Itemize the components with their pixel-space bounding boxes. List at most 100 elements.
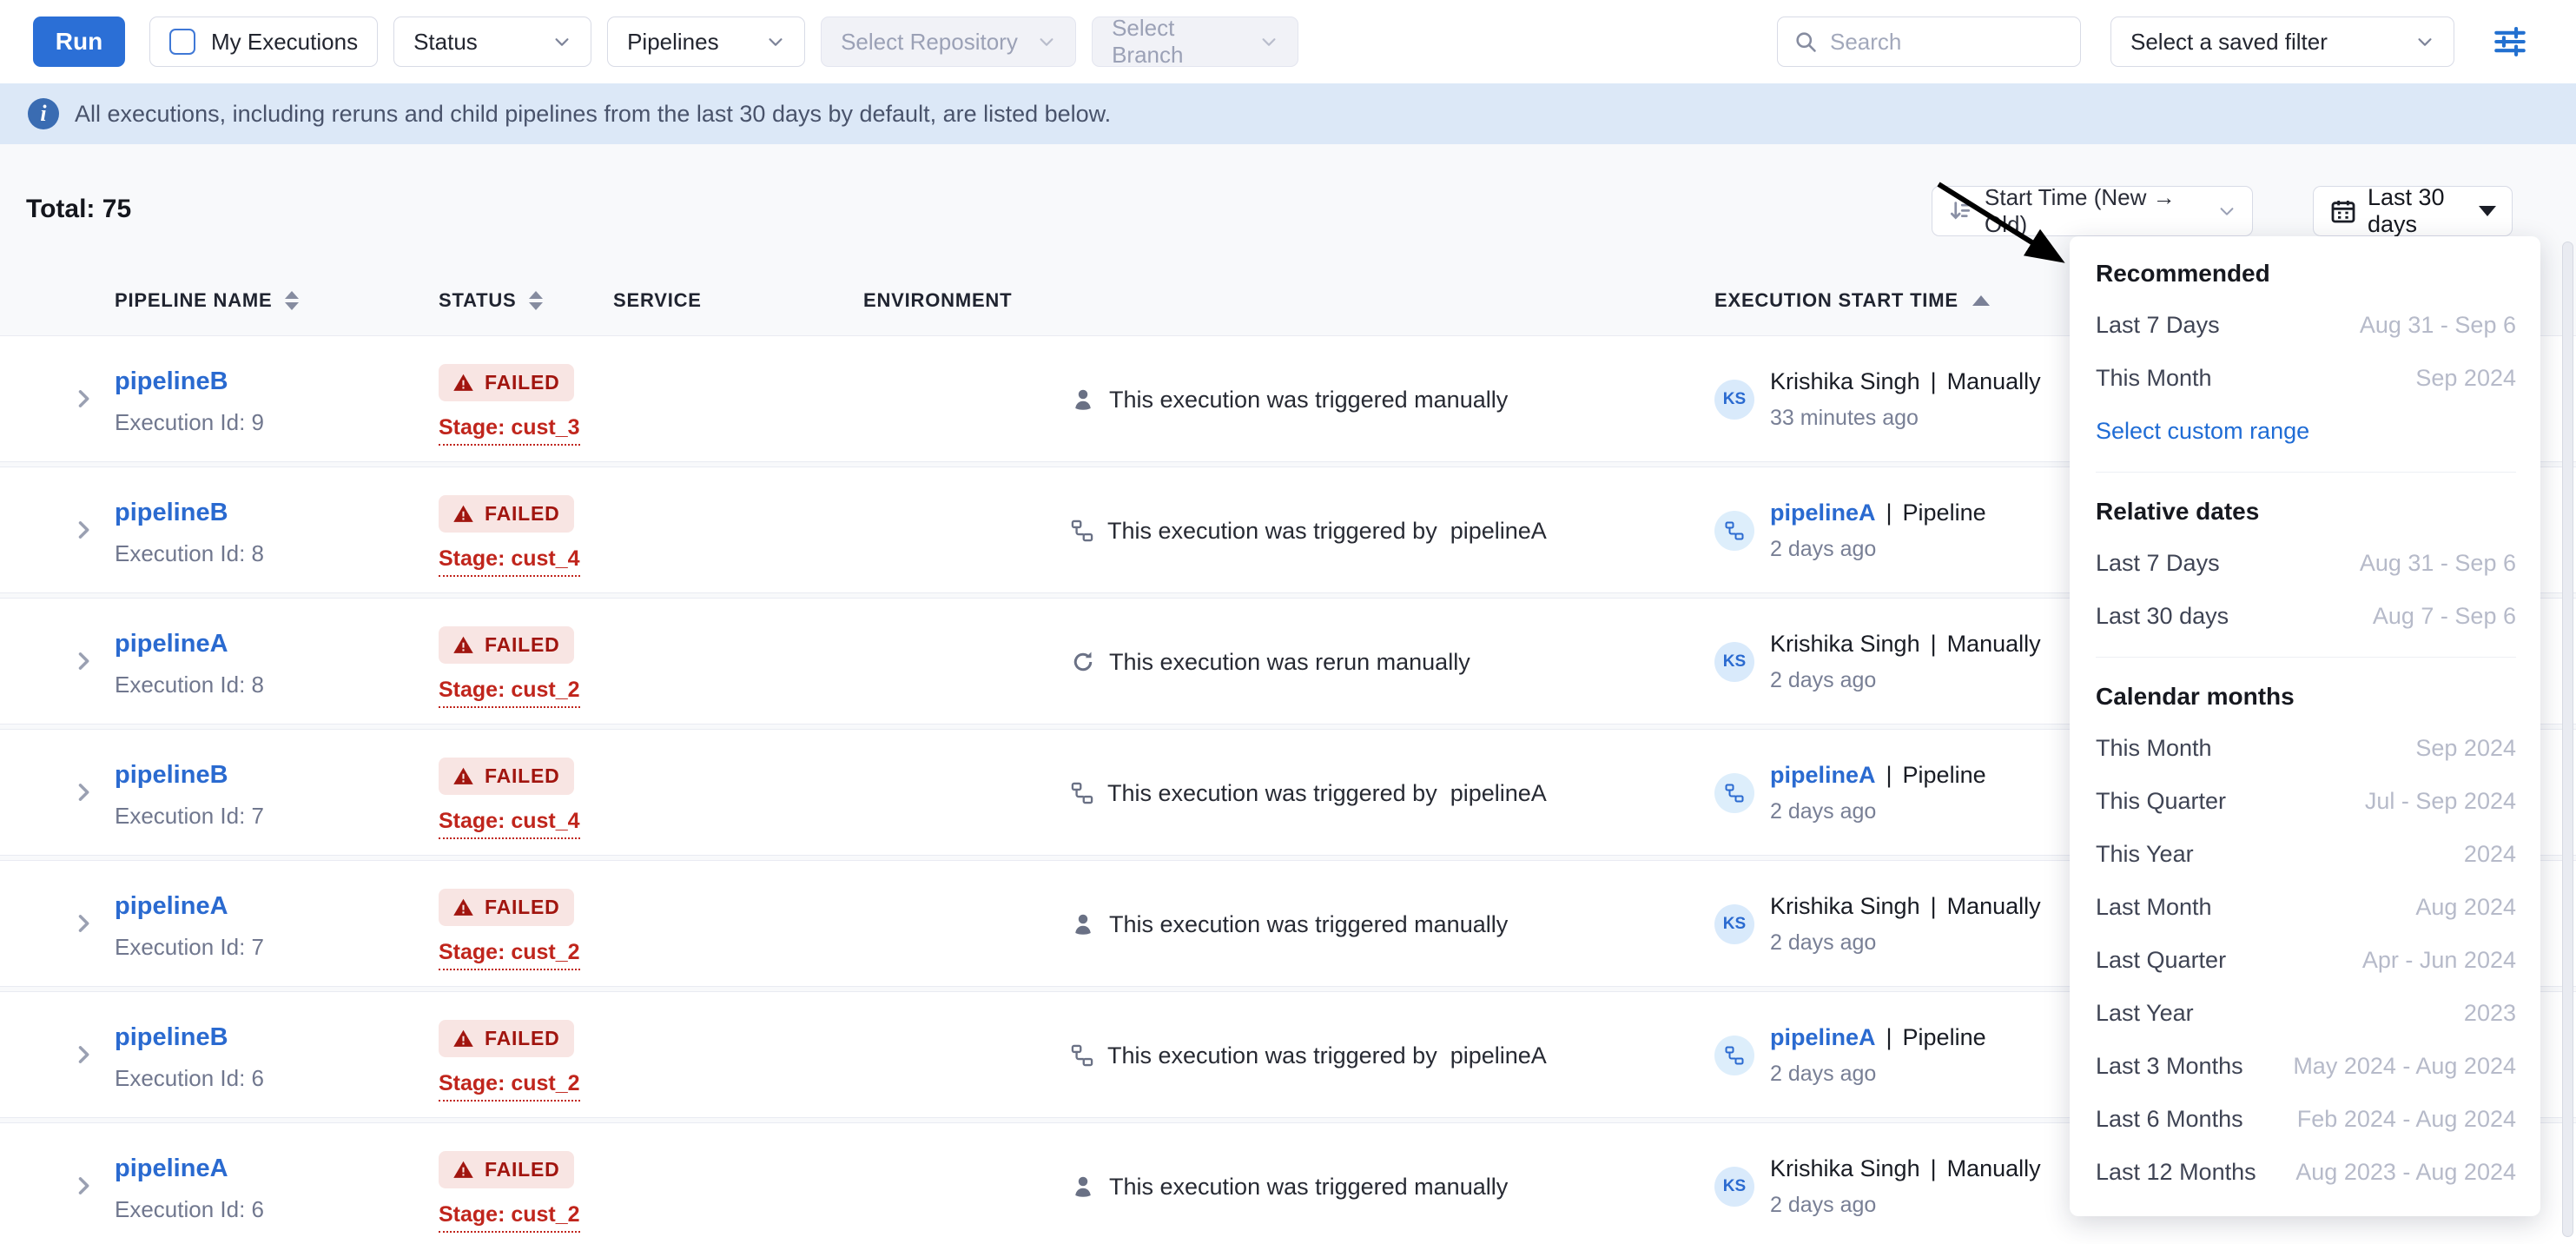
menu-item-this-month-cal[interactable]: This Month Sep 2024	[2096, 722, 2516, 775]
expand-chevron-icon[interactable]	[71, 911, 96, 936]
avatar: KS	[1714, 642, 1754, 682]
starter-name: Krishika Singh	[1770, 893, 1920, 920]
menu-item-last-year[interactable]: Last Year 2023	[2096, 987, 2516, 1040]
expand-chevron-icon[interactable]	[71, 1042, 96, 1067]
run-button[interactable]: Run	[33, 17, 125, 67]
sort-dropdown-label: Start Time (New → Old)	[1985, 184, 2203, 238]
toolbar: Run My Executions Status Pipelines Selec…	[0, 0, 2576, 83]
stage-link[interactable]: Stage: cust_2	[439, 1202, 580, 1233]
trigger-pipeline-link[interactable]: pipelineA	[1450, 780, 1547, 807]
status-badge: FAILED	[439, 364, 574, 401]
date-range-button[interactable]: Last 30 days	[2313, 186, 2513, 236]
execution-id: Execution Id: 8	[115, 540, 264, 567]
pipeline-trigger-icon	[1070, 519, 1094, 543]
start-time: 33 minutes ago	[1770, 406, 2041, 431]
menu-item-last-3-months[interactable]: Last 3 Months May 2024 - Aug 2024	[2096, 1040, 2516, 1093]
expand-chevron-icon[interactable]	[71, 387, 96, 411]
stage-link[interactable]: Stage: cust_3	[439, 415, 580, 446]
starter-pipeline-link[interactable]: pipelineA	[1770, 762, 1876, 789]
warning-triangle-icon	[452, 1159, 474, 1181]
menu-divider	[2096, 472, 2516, 473]
my-executions-checkbox[interactable]	[169, 29, 195, 55]
execution-id: Execution Id: 6	[115, 1065, 264, 1092]
trigger-text: This execution was triggered by	[1107, 518, 1437, 545]
select-branch-dropdown[interactable]: Select Branch	[1092, 17, 1298, 67]
status-badge: FAILED	[439, 1020, 574, 1057]
starter-role: Pipeline	[1903, 1024, 1986, 1051]
header-status[interactable]: STATUS	[439, 283, 543, 318]
user-icon	[1070, 1174, 1096, 1200]
pipeline-trigger-icon	[1070, 1043, 1094, 1068]
warning-triangle-icon	[452, 634, 474, 656]
menu-item-last-month[interactable]: Last Month Aug 2024	[2096, 881, 2516, 934]
header-environment: ENVIRONMENT	[863, 283, 1012, 318]
pipeline-name-link[interactable]: pipelineB	[115, 1023, 264, 1052]
select-branch-label: Select Branch	[1112, 15, 1245, 69]
warning-triangle-icon	[452, 372, 474, 394]
pipeline-name-link[interactable]: pipelineB	[115, 367, 264, 396]
header-service: SERVICE	[613, 283, 702, 318]
pipeline-name-link[interactable]: pipelineB	[115, 761, 264, 790]
header-execution-start-time[interactable]: EXECUTION START TIME	[1714, 283, 1990, 318]
pipeline-avatar-icon	[1714, 1036, 1754, 1075]
pipelines-dropdown[interactable]: Pipelines	[607, 17, 805, 67]
pipeline-name-link[interactable]: pipelineA	[115, 630, 264, 658]
trigger-pipeline-link[interactable]: pipelineA	[1450, 1042, 1547, 1069]
expand-chevron-icon[interactable]	[71, 1174, 96, 1198]
saved-filter-dropdown[interactable]: Select a saved filter	[2110, 17, 2454, 67]
filter-sliders-icon	[2491, 23, 2529, 61]
stage-link[interactable]: Stage: cust_4	[439, 546, 580, 577]
menu-item-select-custom-range[interactable]: Select custom range	[2096, 405, 2516, 458]
expand-chevron-icon[interactable]	[71, 780, 96, 804]
starter-role: Pipeline	[1903, 762, 1986, 789]
search-input[interactable]	[1830, 29, 2047, 56]
page-scrollbar[interactable]	[2562, 242, 2573, 1237]
menu-item-this-year[interactable]: This Year 2024	[2096, 828, 2516, 881]
menu-item-last-30-days[interactable]: Last 30 days Aug 7 - Sep 6	[2096, 590, 2516, 643]
warning-triangle-icon	[452, 765, 474, 787]
start-time: 2 days ago	[1770, 930, 2041, 956]
divider: |	[1886, 1024, 1892, 1051]
stage-link[interactable]: Stage: cust_2	[439, 940, 580, 970]
stage-link[interactable]: Stage: cust_2	[439, 1071, 580, 1102]
date-range-menu: Recommended Last 7 Days Aug 31 - Sep 6 T…	[2070, 236, 2540, 1216]
execution-id: Execution Id: 6	[115, 1196, 264, 1223]
start-time: 2 days ago	[1770, 1062, 1986, 1087]
filter-sliders-button[interactable]	[2489, 21, 2531, 63]
menu-item-last-7-days-relative[interactable]: Last 7 Days Aug 31 - Sep 6	[2096, 537, 2516, 590]
starter-role: Pipeline	[1903, 500, 1986, 526]
status-dropdown[interactable]: Status	[393, 17, 591, 67]
menu-item-last-7-days[interactable]: Last 7 Days Aug 31 - Sep 6	[2096, 299, 2516, 352]
menu-item-last-6-months[interactable]: Last 6 Months Feb 2024 - Aug 2024	[2096, 1093, 2516, 1146]
menu-item-last-quarter[interactable]: Last Quarter Apr - Jun 2024	[2096, 934, 2516, 987]
menu-section-relative-dates: Relative dates	[2096, 486, 2516, 537]
chevron-down-icon	[2217, 202, 2236, 221]
starter-pipeline-link[interactable]: pipelineA	[1770, 1024, 1876, 1051]
stage-link[interactable]: Stage: cust_2	[439, 678, 580, 708]
starter-role: Manually	[1947, 893, 2041, 920]
pipeline-name-link[interactable]: pipelineB	[115, 499, 264, 527]
expand-chevron-icon[interactable]	[71, 649, 96, 673]
my-executions-label: My Executions	[211, 29, 358, 56]
pipelines-dropdown-label: Pipelines	[627, 29, 719, 56]
chevron-down-icon	[1037, 32, 1056, 51]
search-box[interactable]	[1777, 17, 2081, 67]
select-repository-dropdown[interactable]: Select Repository	[821, 17, 1076, 67]
my-executions-filter[interactable]: My Executions	[149, 17, 378, 67]
trigger-pipeline-link[interactable]: pipelineA	[1450, 518, 1547, 545]
menu-item-this-month[interactable]: This Month Sep 2024	[2096, 352, 2516, 405]
pipeline-trigger-icon	[1070, 781, 1094, 805]
stage-link[interactable]: Stage: cust_4	[439, 809, 580, 839]
menu-item-last-12-months[interactable]: Last 12 Months Aug 2023 - Aug 2024	[2096, 1146, 2516, 1199]
menu-item-this-quarter[interactable]: This Quarter Jul - Sep 2024	[2096, 775, 2516, 828]
trigger-text: This execution was triggered manually	[1109, 1174, 1508, 1201]
calendar-icon	[2329, 197, 2357, 225]
sort-both-icon	[285, 291, 299, 310]
header-pipeline-name[interactable]: PIPELINE NAME	[115, 283, 299, 318]
starter-pipeline-link[interactable]: pipelineA	[1770, 500, 1876, 526]
sort-dropdown[interactable]: Start Time (New → Old)	[1932, 186, 2253, 236]
divider: |	[1886, 500, 1892, 526]
expand-chevron-icon[interactable]	[71, 518, 96, 542]
pipeline-name-link[interactable]: pipelineA	[115, 1155, 264, 1183]
pipeline-name-link[interactable]: pipelineA	[115, 892, 264, 921]
